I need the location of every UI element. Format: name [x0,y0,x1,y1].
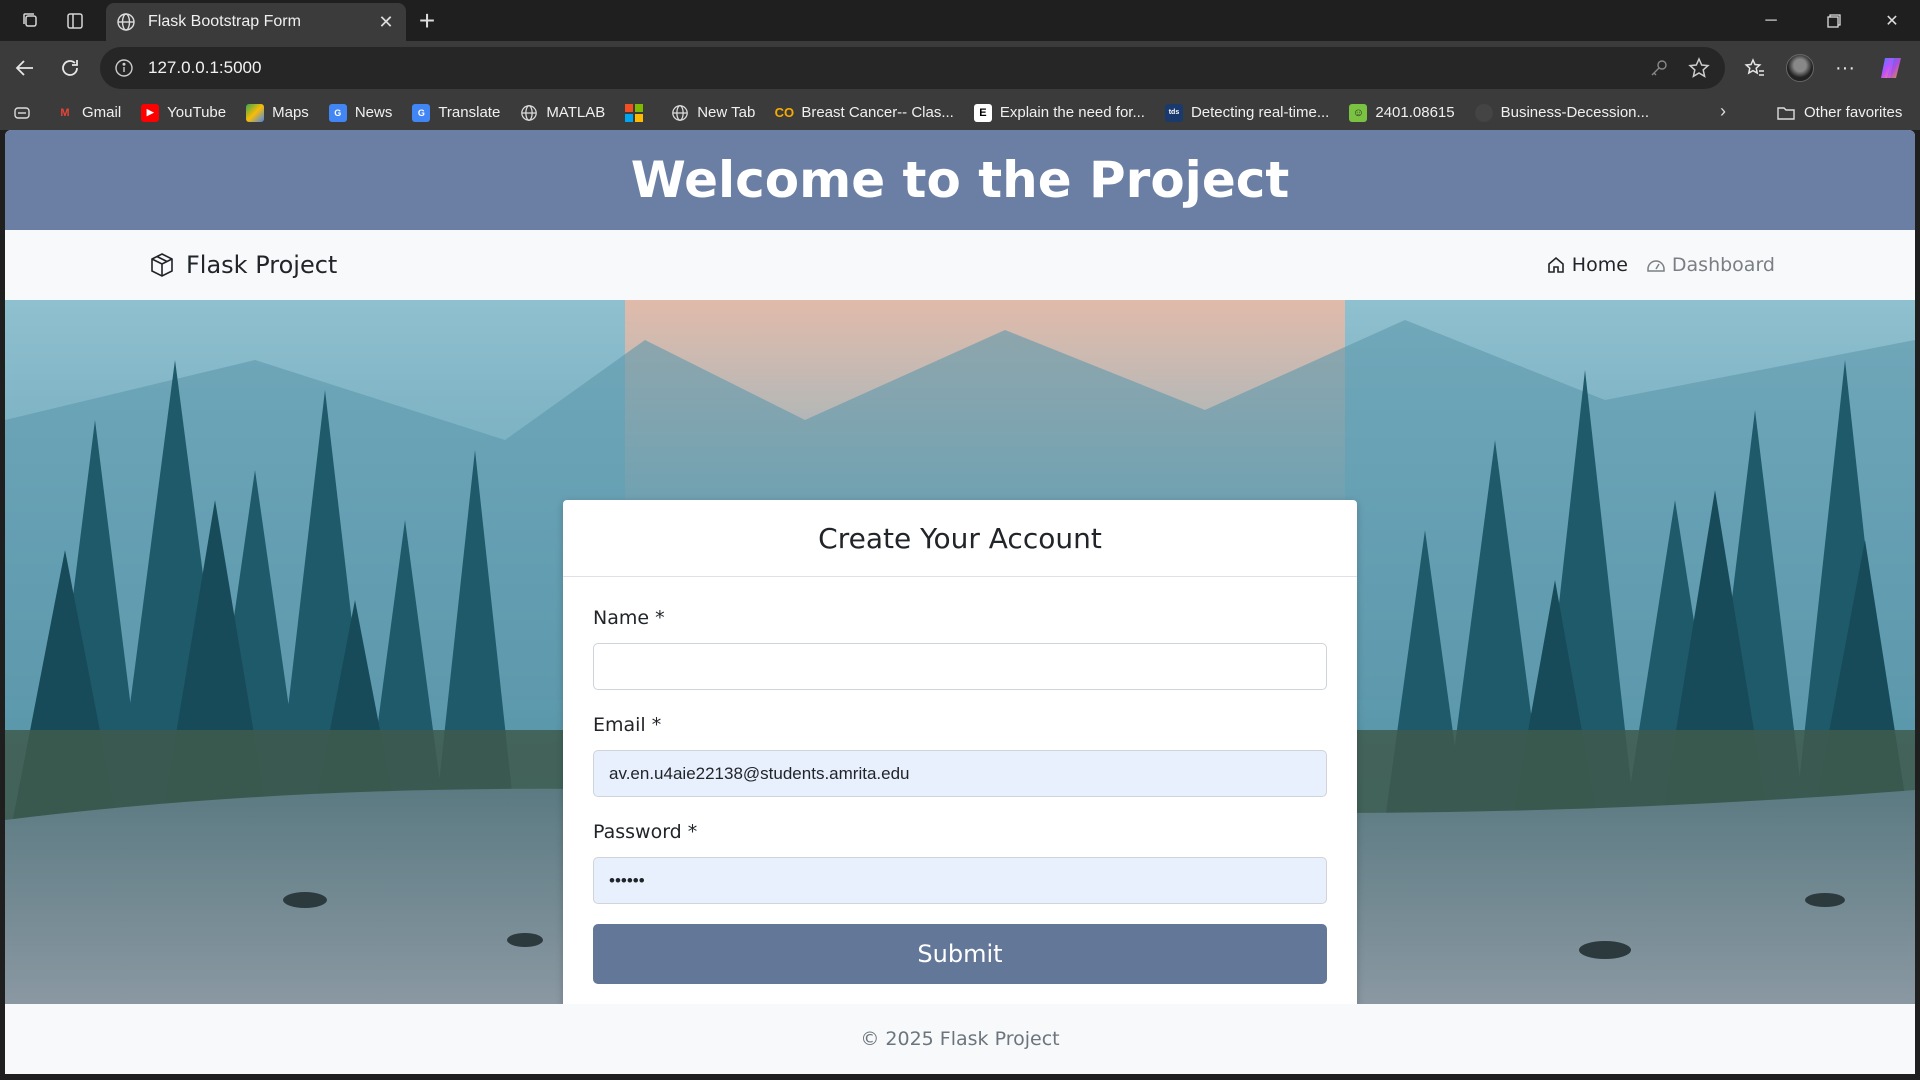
new-tab-button[interactable]: + [414,7,440,35]
minimize-button[interactable]: ─ [1743,0,1799,41]
avatar-icon [1786,54,1814,82]
registration-form: Name * Email * av.en.u4aie22138@students… [563,607,1357,984]
bookmark-gmail[interactable]: M Gmail [56,104,121,122]
collections-icon[interactable] [12,103,32,123]
bookmark-explain[interactable]: E Explain the need for... [973,103,1145,122]
bookmark-translate[interactable]: G Translate [412,103,500,122]
favorites-icon[interactable] [1740,53,1770,83]
globe-icon [520,104,538,122]
tds-icon: tds [1164,103,1183,122]
nav-home[interactable]: Home [1546,254,1628,276]
folder-icon [1776,103,1796,123]
maps-icon [246,103,265,122]
e-icon: E [973,103,992,122]
colab-icon: CO [774,105,795,120]
close-icon[interactable]: ✕ [376,12,396,33]
info-icon[interactable] [114,58,134,78]
bookmark-breast-cancer[interactable]: CO Breast Cancer-- Clas... [775,104,954,122]
page-viewport: Welcome to the Project Flask Project Hom… [5,130,1915,1074]
name-input[interactable] [593,643,1327,690]
card-header: Create Your Account [563,500,1357,577]
more-icon[interactable]: ··· [1830,53,1860,83]
nav-links: Home Dashboard [1528,230,1775,300]
house-icon [1546,255,1566,275]
email-label: Email * [593,714,662,736]
bookmarks-bar: M Gmail ▶ YouTube Maps G News G Translate MA… [0,95,1920,130]
bookmark-maps[interactable]: Maps [246,103,309,122]
bookmark-microsoft[interactable] [625,103,651,122]
other-favorites[interactable]: Other favorites [1776,95,1902,130]
tab-title: Flask Bootstrap Form [148,13,301,30]
bookmark-new-tab[interactable]: New Tab [671,104,755,122]
navbar-brand[interactable]: Flask Project [148,230,337,300]
smiley-icon: ☺ [1349,103,1368,122]
address-bar[interactable]: 127.0.0.1:5000 [100,47,1725,89]
registration-card: Create Your Account Name * Email * av.en… [563,500,1357,1004]
bookmark-news[interactable]: G News [328,103,392,122]
submit-button[interactable]: Submit [593,924,1327,984]
page-footer: © 2025 Flask Project [5,1004,1915,1074]
restore-button[interactable] [1806,0,1862,41]
gmail-icon: M [60,106,70,119]
bookmark-arxiv[interactable]: ☺ 2401.08615 [1349,103,1455,122]
translate-icon: G [412,103,431,122]
name-label: Name * [593,607,665,629]
email-input[interactable]: av.en.u4aie22138@students.amrita.edu [593,750,1327,797]
box-icon [148,251,176,279]
copilot-icon[interactable] [1876,53,1906,83]
nav-home-label: Home [1571,254,1628,276]
globe-icon [116,12,136,32]
nav-dashboard[interactable]: Dashboard [1646,254,1775,276]
back-icon[interactable] [10,53,40,83]
globe-icon [671,104,689,122]
speedometer-icon [1646,255,1666,275]
microsoft-icon [625,103,644,122]
close-window-button[interactable]: ✕ [1864,0,1920,41]
star-icon[interactable] [1687,56,1711,80]
profile-avatar[interactable] [1785,53,1815,83]
browser-titlebar: Flask Bootstrap Form ✕ + ─ ✕ [0,0,1920,41]
key-icon[interactable] [1647,56,1671,80]
reload-icon[interactable] [55,53,85,83]
page-header: Welcome to the Project [5,130,1915,230]
background-image: Create Your Account Name * Email * av.en… [5,300,1915,1004]
vertical-tabs-icon[interactable] [62,8,88,34]
brand-label: Flask Project [186,251,338,279]
url-text[interactable]: 127.0.0.1:5000 [148,58,1631,78]
news-icon: G [328,103,347,122]
bookmark-youtube[interactable]: ▶ YouTube [141,103,226,122]
site-navbar: Flask Project Home Dashboard [5,230,1915,300]
bookmark-matlab[interactable]: MATLAB [520,104,605,122]
browser-toolbar: 127.0.0.1:5000 ··· [0,41,1920,95]
chevron-right-icon[interactable]: › [1720,101,1726,122]
page-title: Welcome to the Project [630,151,1290,209]
bookmark-detecting[interactable]: tds Detecting real-time... [1164,103,1329,122]
github-icon [1474,103,1493,122]
browser-tab[interactable]: Flask Bootstrap Form ✕ [106,3,406,41]
nav-dashboard-label: Dashboard [1671,254,1775,276]
password-input[interactable]: •••••• [593,857,1327,904]
bookmark-business[interactable]: Business-Decession... [1474,103,1649,122]
workspaces-icon[interactable] [18,8,44,34]
card-title: Create Your Account [818,521,1102,555]
youtube-icon: ▶ [141,103,160,122]
password-label: Password * [593,821,698,843]
